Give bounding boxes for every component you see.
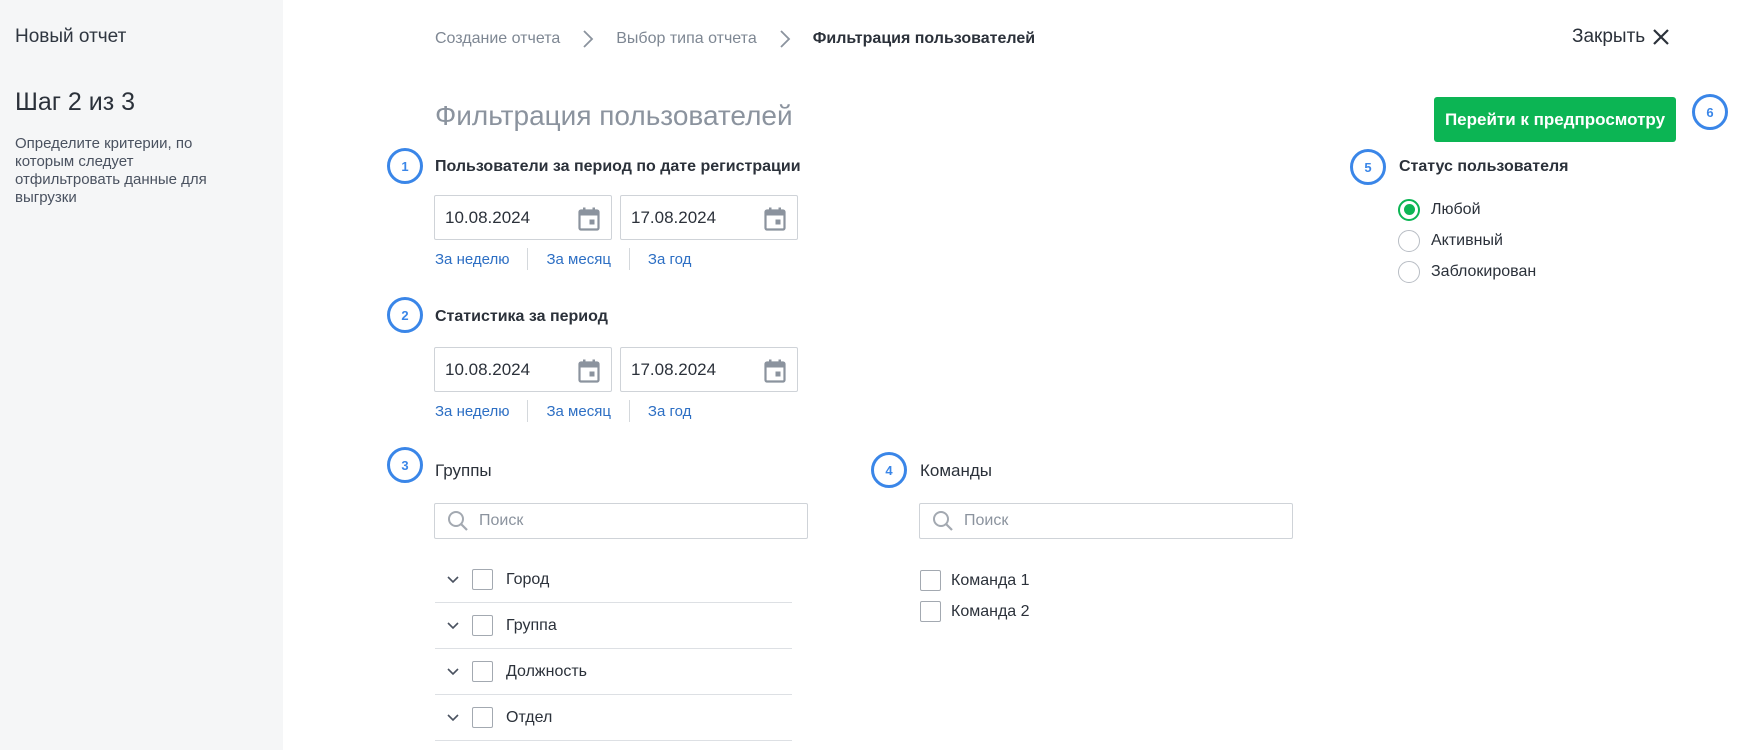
breadcrumb-item-user-filtering: Фильтрация пользователей bbox=[812, 30, 1036, 47]
search-icon bbox=[448, 511, 468, 531]
teams-list: Команда 1 Команда 2 bbox=[920, 565, 1030, 627]
chevron-down-icon[interactable] bbox=[443, 662, 463, 682]
chevron-right-icon bbox=[773, 28, 797, 50]
divider bbox=[628, 248, 630, 270]
registration-quick-ranges: За неделю За месяц За год bbox=[435, 248, 691, 270]
status-option-blocked[interactable]: Заблокирован bbox=[1398, 256, 1536, 287]
chevron-down-icon[interactable] bbox=[443, 708, 463, 728]
sidebar: Новый отчет Шаг 2 из 3 Определите критер… bbox=[0, 0, 283, 750]
group-item-position: Должность bbox=[435, 649, 792, 695]
registration-date-to-field[interactable] bbox=[620, 195, 798, 240]
registration-date-to-input[interactable] bbox=[631, 207, 751, 228]
statistics-date-from-field[interactable] bbox=[434, 347, 612, 392]
radio-button[interactable] bbox=[1398, 229, 1420, 252]
group-label: Город bbox=[506, 570, 550, 588]
group-checkbox[interactable] bbox=[472, 707, 493, 728]
group-label: Группа bbox=[506, 616, 557, 634]
teams-search-input[interactable] bbox=[964, 512, 1264, 530]
quick-range-month[interactable]: За месяц bbox=[546, 403, 610, 420]
chevron-right-icon bbox=[576, 28, 600, 50]
group-item-city: Город bbox=[435, 557, 792, 603]
breadcrumb-item-create-report[interactable]: Создание отчета bbox=[435, 30, 560, 48]
statistics-period-label: Статистика за период bbox=[435, 308, 608, 325]
statistics-date-to-field[interactable] bbox=[620, 347, 798, 392]
divider bbox=[527, 400, 529, 422]
step-marker-4: 4 bbox=[871, 452, 907, 488]
groups-search-field[interactable] bbox=[434, 503, 808, 539]
divider bbox=[527, 248, 529, 270]
registration-date-from-field[interactable] bbox=[434, 195, 612, 240]
step-description: Определите критерии, по которым следует … bbox=[15, 135, 207, 206]
group-item-group: Группа bbox=[435, 603, 792, 649]
calendar-icon[interactable] bbox=[578, 359, 600, 383]
group-label: Должность bbox=[506, 662, 587, 680]
breadcrumb: Создание отчета Выбор типа отчета Фильтр… bbox=[435, 28, 1035, 50]
preview-button[interactable]: Перейти к предпросмотру bbox=[1434, 97, 1676, 142]
team-checkbox[interactable] bbox=[920, 601, 941, 622]
close-icon bbox=[1653, 29, 1669, 45]
status-option-label: Заблокирован bbox=[1431, 262, 1537, 280]
team-item: Команда 1 bbox=[920, 565, 1030, 596]
user-status-label: Статус пользователя bbox=[1399, 158, 1569, 175]
calendar-icon[interactable] bbox=[764, 359, 786, 383]
step-marker-1: 1 bbox=[387, 148, 423, 184]
step-marker-3: 3 bbox=[387, 447, 423, 483]
status-option-active[interactable]: Активный bbox=[1398, 225, 1536, 256]
quick-range-year[interactable]: За год bbox=[648, 251, 691, 268]
divider bbox=[628, 400, 630, 422]
calendar-icon[interactable] bbox=[764, 207, 786, 231]
groups-label: Группы bbox=[435, 461, 492, 480]
groups-tree: Город Группа Должность Отдел bbox=[435, 557, 792, 741]
statistics-quick-ranges: За неделю За месяц За год bbox=[435, 400, 691, 422]
teams-search-field[interactable] bbox=[919, 503, 1293, 539]
registration-date-from-input[interactable] bbox=[445, 207, 565, 228]
quick-range-week[interactable]: За неделю bbox=[435, 251, 509, 268]
statistics-date-to-input[interactable] bbox=[631, 359, 751, 380]
close-label: Закрыть bbox=[1572, 26, 1646, 47]
group-label: Отдел bbox=[506, 708, 553, 726]
quick-range-month[interactable]: За месяц bbox=[546, 251, 610, 268]
team-label: Команда 1 bbox=[951, 571, 1030, 589]
group-checkbox[interactable] bbox=[472, 569, 493, 590]
quick-range-year[interactable]: За год bbox=[648, 403, 691, 420]
step-marker-6: 6 bbox=[1692, 94, 1728, 130]
group-checkbox[interactable] bbox=[472, 661, 493, 682]
radio-button[interactable] bbox=[1398, 260, 1420, 283]
breadcrumb-item-report-type[interactable]: Выбор типа отчета bbox=[616, 30, 756, 48]
radio-button-selected[interactable] bbox=[1398, 198, 1420, 221]
team-checkbox[interactable] bbox=[920, 570, 941, 591]
step-marker-2: 2 bbox=[387, 297, 423, 333]
status-option-any[interactable]: Любой bbox=[1398, 194, 1536, 225]
user-status-radio-group: Любой Активный Заблокирован bbox=[1398, 194, 1536, 287]
step-indicator: Шаг 2 из 3 bbox=[15, 88, 136, 116]
search-icon bbox=[933, 511, 953, 531]
teams-label: Команды bbox=[920, 461, 993, 480]
groups-search-input[interactable] bbox=[479, 512, 779, 530]
report-title: Новый отчет bbox=[15, 26, 127, 47]
status-option-label: Любой bbox=[1431, 200, 1481, 218]
registration-period-label: Пользователи за период по дате регистрац… bbox=[435, 158, 801, 175]
chevron-down-icon[interactable] bbox=[443, 570, 463, 590]
quick-range-week[interactable]: За неделю bbox=[435, 403, 509, 420]
status-option-label: Активный bbox=[1431, 231, 1503, 249]
close-button[interactable]: Закрыть bbox=[1572, 26, 1671, 48]
statistics-date-from-input[interactable] bbox=[445, 359, 565, 380]
step-marker-5: 5 bbox=[1350, 149, 1386, 185]
chevron-down-icon[interactable] bbox=[443, 616, 463, 636]
team-item: Команда 2 bbox=[920, 596, 1030, 627]
team-label: Команда 2 bbox=[951, 602, 1030, 620]
group-checkbox[interactable] bbox=[472, 615, 493, 636]
calendar-icon[interactable] bbox=[578, 207, 600, 231]
group-item-department: Отдел bbox=[435, 695, 792, 741]
page-title: Фильтрация пользователей bbox=[435, 100, 793, 131]
